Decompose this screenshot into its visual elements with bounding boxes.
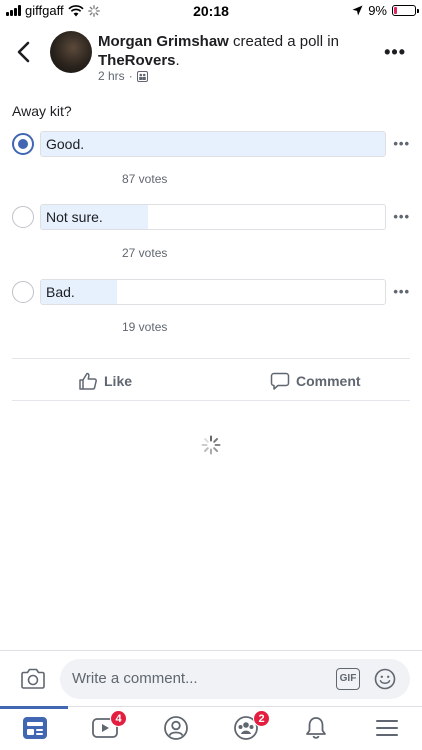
option-more-icon[interactable]: ••• xyxy=(393,209,410,224)
tab-menu-icon[interactable] xyxy=(373,715,401,741)
comment-input[interactable]: Write a comment... GIF xyxy=(60,659,410,699)
poll-option-label: Not sure. xyxy=(46,209,103,225)
battery-icon xyxy=(392,5,419,16)
poll-option[interactable]: Good. ••• xyxy=(12,131,412,157)
watch-badge: 4 xyxy=(110,710,127,727)
option-more-icon[interactable]: ••• xyxy=(393,284,410,299)
post-time[interactable]: 2 hrs xyxy=(98,69,125,83)
divider xyxy=(12,400,410,401)
camera-icon[interactable] xyxy=(20,668,46,690)
poll-vote-count[interactable]: 19 votes xyxy=(122,320,167,334)
loading-spinner-icon xyxy=(201,435,221,455)
post-options-icon[interactable]: ••• xyxy=(384,42,406,63)
active-tab-indicator xyxy=(0,706,68,709)
comment-icon xyxy=(270,372,290,390)
location-arrow-icon xyxy=(352,5,363,16)
poll-radio-selected[interactable] xyxy=(12,133,34,155)
author-avatar[interactable] xyxy=(50,31,92,73)
comment-button[interactable]: Comment xyxy=(270,371,361,391)
bottom-tab-bar: 4 2 xyxy=(0,706,422,750)
group-name[interactable]: TheRovers xyxy=(98,52,176,69)
poll-vote-count[interactable]: 87 votes xyxy=(122,172,167,186)
post-action-text: created a poll in xyxy=(228,33,339,50)
tab-profile-icon[interactable] xyxy=(162,715,190,741)
comment-placeholder: Write a comment... xyxy=(72,670,198,687)
author-name[interactable]: Morgan Grimshaw xyxy=(98,33,229,50)
gif-button[interactable]: GIF xyxy=(336,668,360,690)
poll-option-bar[interactable]: Not sure. xyxy=(40,204,386,230)
tab-notifications-bell-icon[interactable] xyxy=(302,715,330,741)
back-arrow-icon[interactable] xyxy=(14,40,34,64)
like-button[interactable]: Like xyxy=(78,371,132,391)
poll-option-label: Good. xyxy=(46,136,85,152)
poll-radio[interactable] xyxy=(12,206,34,228)
group-privacy-icon xyxy=(136,70,148,82)
like-label: Like xyxy=(104,373,133,389)
poll-option[interactable]: Bad. ••• xyxy=(12,279,412,305)
emoji-icon[interactable] xyxy=(374,668,396,690)
post-meta: 2 hrs · xyxy=(98,69,148,83)
comment-label: Comment xyxy=(296,373,361,389)
poll-bar-fill xyxy=(41,132,385,156)
poll-radio[interactable] xyxy=(12,281,34,303)
poll-option-bar[interactable]: Bad. xyxy=(40,279,386,305)
meta-separator: · xyxy=(128,69,133,83)
post-header: Morgan Grimshaw created a poll in TheRov… xyxy=(98,32,368,70)
tab-news-feed-icon[interactable] xyxy=(21,715,49,741)
groups-badge: 2 xyxy=(253,710,270,727)
battery-percent: 9% xyxy=(368,3,387,18)
group-suffix: . xyxy=(175,52,180,69)
option-more-icon[interactable]: ••• xyxy=(393,136,410,151)
poll-option-bar[interactable]: Good. xyxy=(40,131,386,157)
status-bar: giffgaff 20:18 9% xyxy=(0,0,422,22)
poll-option[interactable]: Not sure. ••• xyxy=(12,204,412,230)
poll-option-label: Bad. xyxy=(46,284,75,300)
poll-question: Away kit? xyxy=(12,103,72,119)
status-bar-right: 9% xyxy=(352,3,419,18)
comment-bar: Write a comment... GIF xyxy=(0,650,422,706)
thumbs-up-icon xyxy=(79,372,97,390)
divider xyxy=(12,358,410,359)
poll-vote-count[interactable]: 27 votes xyxy=(122,246,167,260)
